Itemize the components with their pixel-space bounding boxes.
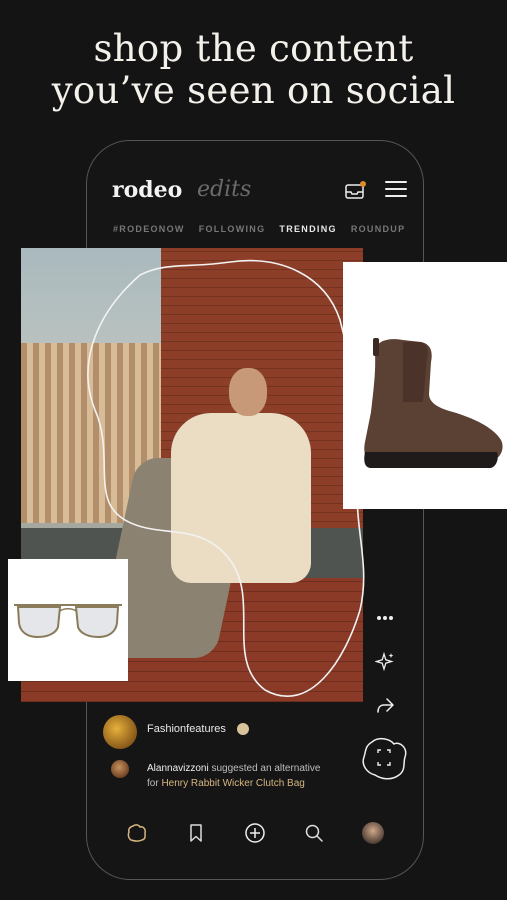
boot-image <box>364 338 503 468</box>
product-card-glasses[interactable] <box>8 559 128 681</box>
glasses-image <box>14 604 122 639</box>
product-card-boot[interactable] <box>343 262 507 509</box>
